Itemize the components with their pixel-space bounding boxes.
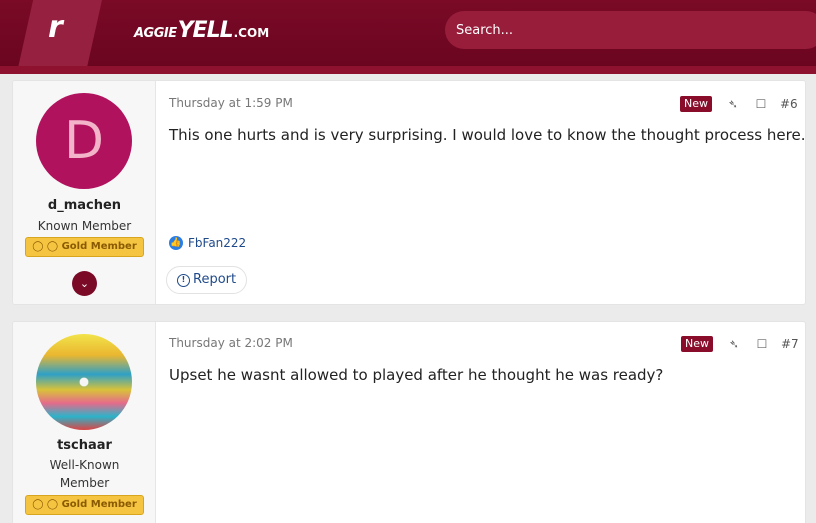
brand-part-3: .COM (233, 26, 270, 40)
search-box[interactable] (445, 11, 816, 49)
user-title: Known Member (37, 219, 132, 233)
gold-member-badge: ◯ ◯ Gold Member (25, 237, 144, 257)
shield-icon: ◯ ◯ (32, 499, 62, 510)
report-button[interactable]: ! Report (166, 266, 248, 294)
avatar[interactable]: D (36, 93, 132, 189)
alert-icon: ! (177, 273, 190, 287)
gold-member-badge: ◯ ◯ Gold Member (25, 495, 144, 515)
post: tschaar Well-Known Member ◯ ◯ Gold Membe… (12, 321, 806, 523)
post-body: This one hurts and is very surprising. I… (169, 126, 806, 144)
username[interactable]: tschaar (13, 438, 156, 453)
chevron-down-icon[interactable]: ⌄ (72, 271, 97, 296)
post-date[interactable]: Thursday at 2:02 PM (169, 336, 293, 350)
site-header: r AGGIE YELL .COM (0, 0, 816, 68)
shield-icon: ◯ ◯ (32, 241, 62, 252)
brand-part-2: YELL (177, 18, 234, 43)
header-divider (0, 66, 816, 74)
post-user-column: tschaar Well-Known Member ◯ ◯ Gold Membe… (13, 322, 156, 523)
post-number[interactable]: #7 (781, 337, 799, 351)
post-number[interactable]: #6 (780, 97, 798, 111)
share-icon[interactable]: ➴ (727, 337, 741, 351)
reaction-bar[interactable]: 👍 FbFan222 (169, 236, 246, 250)
post-user-column: D d_machen Known Member ◯ ◯ Gold Member … (13, 81, 156, 304)
brand-logo[interactable]: AGGIE YELL .COM (134, 18, 270, 43)
search-input[interactable] (456, 11, 756, 49)
share-icon[interactable]: ➴ (726, 97, 740, 111)
post-date[interactable]: Thursday at 1:59 PM (169, 96, 293, 110)
user-title-line-1: Well-Known (49, 458, 120, 472)
reaction-user[interactable]: FbFan222 (188, 236, 246, 250)
new-badge: New (681, 336, 713, 352)
avatar[interactable] (36, 334, 132, 430)
site-logo-tile[interactable]: r (18, 0, 102, 68)
new-badge: New (680, 96, 712, 112)
bookmark-icon[interactable]: ☐ (755, 337, 769, 351)
like-icon: 👍 (169, 236, 183, 250)
badge-label: Gold Member (61, 499, 137, 510)
post-body: Upset he wasnt allowed to played after h… (169, 366, 664, 384)
post: D d_machen Known Member ◯ ◯ Gold Member … (12, 80, 806, 305)
logo-letter: r (48, 10, 63, 45)
brand-part-1: AGGIE (134, 26, 177, 41)
user-title-line-2: Member (59, 476, 110, 490)
bookmark-icon[interactable]: ☐ (754, 97, 768, 111)
username[interactable]: d_machen (13, 198, 156, 213)
badge-label: Gold Member (61, 241, 137, 252)
report-label: Report (193, 272, 237, 287)
